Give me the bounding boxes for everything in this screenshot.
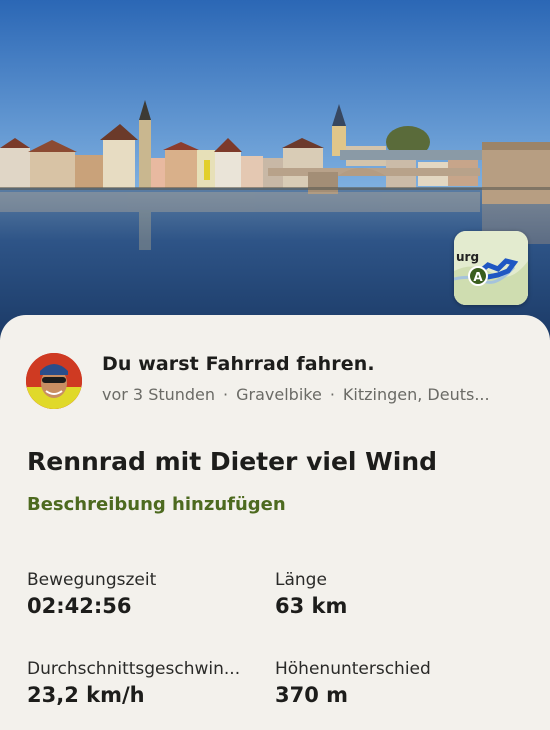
stat-label: Durchschnittsgeschwin... (27, 659, 241, 679)
stat-elevation: Höhenunterschied 370 m (275, 659, 525, 707)
user-avatar-image (26, 353, 82, 409)
start-marker-label: A (473, 270, 483, 284)
mini-map: A urg (454, 231, 528, 305)
activity-title[interactable]: Rennrad mit Dieter viel Wind (27, 447, 437, 476)
stat-value: 23,2 km/h (27, 683, 145, 707)
activity-sheet: Du warst Fahrrad fahren. vor 3 Stunden · G… (0, 315, 550, 730)
location: Kitzingen, Deuts... (342, 385, 490, 404)
stat-distance: Länge 63 km (275, 570, 525, 618)
stat-label: Länge (275, 570, 327, 590)
stat-value: 370 m (275, 683, 349, 707)
add-description-link[interactable]: Beschreibung hinzufügen (27, 494, 286, 515)
time-ago: vor 3 Stunden (102, 385, 216, 404)
stat-value: 02:42:56 (27, 594, 132, 618)
map-place-label: urg (456, 250, 479, 264)
stat-average-speed: Durchschnittsgeschwin... 23,2 km/h (27, 659, 273, 707)
sport-type: Gravelbike (236, 385, 322, 404)
activity-meta: vor 3 Stunden · Gravelbike · Kitzingen, Deut… (102, 385, 512, 404)
stat-moving-time: Bewegungszeit 02:42:56 (27, 570, 277, 618)
avatar[interactable] (26, 353, 82, 409)
route-map-thumbnail[interactable]: A urg (454, 231, 528, 305)
stat-label: Bewegungszeit (27, 570, 157, 590)
activity-headline: Du warst Fahrrad fahren. (102, 353, 375, 375)
separator-dot: · (329, 385, 335, 404)
separator-dot: · (223, 385, 229, 404)
stat-label: Höhenunterschied (275, 659, 431, 679)
stat-value: 63 km (275, 594, 348, 618)
